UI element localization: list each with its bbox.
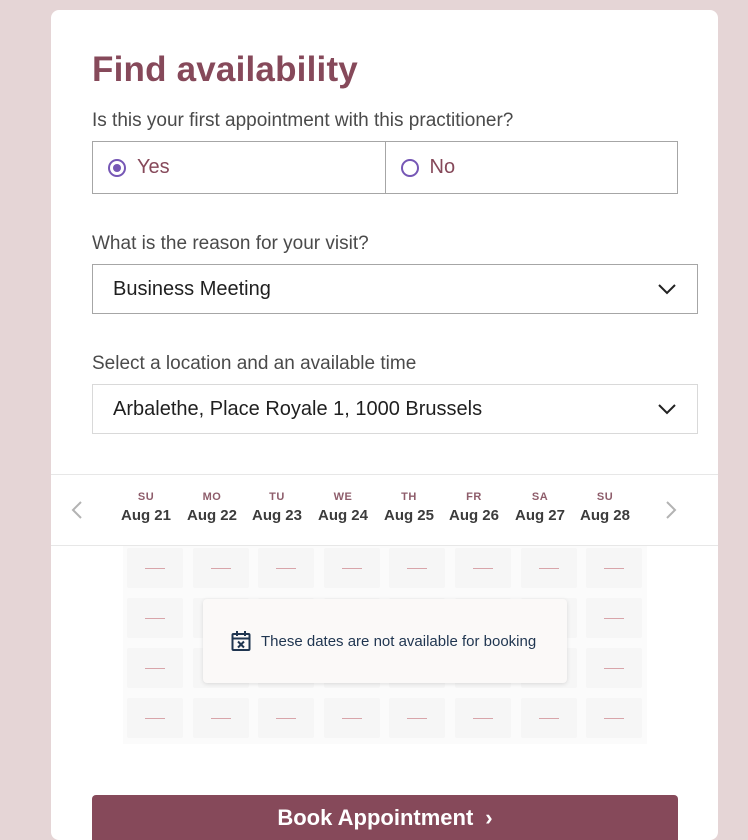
dash-icon <box>276 567 297 569</box>
radio-label-yes: Yes <box>137 156 170 178</box>
time-slot-placeholder <box>127 598 183 638</box>
day-date: Aug 28 <box>579 507 630 524</box>
chevron-left-icon[interactable] <box>71 501 83 519</box>
day-column[interactable]: FR Aug 26 <box>443 475 505 524</box>
dash-icon <box>604 667 625 669</box>
chevron-down-icon <box>658 284 676 295</box>
time-slot-placeholder <box>127 548 183 588</box>
radio-label-no: No <box>429 156 456 178</box>
availability-card: Find availability Is this your first app… <box>51 10 718 840</box>
time-slot-placeholder <box>586 598 643 638</box>
day-column[interactable]: SA Aug 27 <box>509 475 571 524</box>
dash-icon <box>538 567 559 569</box>
dash-icon <box>341 717 362 719</box>
chevron-down-icon <box>658 404 676 415</box>
time-slot-placeholder <box>192 548 249 588</box>
day-column[interactable]: TH Aug 25 <box>378 475 440 524</box>
dash-icon <box>407 567 428 569</box>
day-date: Aug 24 <box>317 507 368 524</box>
chevron-right-icon: › <box>485 805 493 830</box>
day-date: Aug 23 <box>251 507 302 524</box>
dash-icon <box>145 567 165 569</box>
day-column[interactable]: TU Aug 23 <box>246 475 308 524</box>
day-abbr: TU <box>269 491 285 503</box>
day-date: Aug 21 <box>120 507 171 524</box>
dash-icon <box>604 717 625 719</box>
dash-icon <box>473 567 493 569</box>
page-title: Find availability <box>92 50 358 89</box>
time-slot-placeholder <box>389 698 446 738</box>
dash-icon <box>145 667 165 669</box>
first-appointment-question: Is this your first appointment with this… <box>92 110 514 131</box>
dash-icon <box>210 567 231 569</box>
chevron-right-icon[interactable] <box>665 501 677 519</box>
unavailable-notice-text: These dates are not available for bookin… <box>261 632 537 650</box>
day-abbr: TH <box>401 491 417 503</box>
day-column[interactable]: WE Aug 24 <box>312 475 374 524</box>
day-date: Aug 26 <box>448 507 499 524</box>
day-abbr: FR <box>466 491 482 503</box>
dash-icon <box>604 617 625 619</box>
reason-label: What is the reason for your visit? <box>92 233 369 254</box>
dash-icon <box>145 717 165 719</box>
time-slot-placeholder <box>520 548 577 588</box>
dash-icon <box>473 717 493 719</box>
book-appointment-button[interactable]: Book Appointment › <box>92 795 678 840</box>
location-select[interactable]: Arbalethe, Place Royale 1, 1000 Brussels <box>92 384 698 434</box>
dash-icon <box>276 717 297 719</box>
day-column[interactable]: MO Aug 22 <box>181 475 243 524</box>
radio-option-yes[interactable]: Yes <box>93 142 385 193</box>
time-slot-placeholder <box>586 648 643 688</box>
day-abbr: SU <box>137 491 155 503</box>
day-abbr: SA <box>531 491 549 503</box>
time-slot-placeholder <box>455 698 511 738</box>
first-appointment-radio-group: Yes No <box>92 141 678 194</box>
time-slot-placeholder <box>127 698 183 738</box>
radio-option-no[interactable]: No <box>384 142 678 193</box>
day-date: Aug 27 <box>514 507 565 524</box>
day-abbr: MO <box>202 491 222 503</box>
dash-icon <box>604 567 625 569</box>
date-strip: SU Aug 21 MO Aug 22 TU Aug 23 WE Aug 24 … <box>51 474 718 546</box>
time-slot-placeholder <box>586 698 643 738</box>
radio-checked-icon <box>108 158 126 177</box>
day-column[interactable]: SU Aug 28 <box>574 475 636 524</box>
time-slot-placeholder <box>323 698 380 738</box>
time-slot-placeholder <box>455 548 511 588</box>
dash-icon <box>145 617 165 619</box>
time-slot-placeholder <box>323 548 380 588</box>
location-label: Select a location and an available time <box>92 353 417 374</box>
unavailable-notice: These dates are not available for bookin… <box>203 599 567 683</box>
time-slot-placeholder <box>127 648 183 688</box>
day-abbr: WE <box>333 491 353 503</box>
time-slot-placeholder <box>586 548 643 588</box>
dash-icon <box>538 717 559 719</box>
dash-icon <box>210 717 231 719</box>
dash-icon <box>341 567 362 569</box>
day-abbr: SU <box>596 491 614 503</box>
reason-select[interactable]: Business Meeting <box>92 264 698 314</box>
time-slot-placeholder <box>258 698 315 738</box>
day-date: Aug 25 <box>383 507 434 524</box>
location-select-value: Arbalethe, Place Royale 1, 1000 Brussels <box>113 397 483 420</box>
reason-select-value: Business Meeting <box>113 277 271 300</box>
day-date: Aug 22 <box>186 507 237 524</box>
day-column[interactable]: SU Aug 21 <box>115 475 177 524</box>
dash-icon <box>407 717 428 719</box>
radio-unchecked-icon <box>400 158 419 177</box>
book-appointment-label: Book Appointment <box>277 805 474 830</box>
time-slot-placeholder <box>192 698 249 738</box>
time-slot-placeholder <box>389 548 446 588</box>
calendar-x-icon <box>231 631 251 651</box>
time-slot-placeholder <box>258 548 315 588</box>
time-slot-placeholder <box>520 698 577 738</box>
